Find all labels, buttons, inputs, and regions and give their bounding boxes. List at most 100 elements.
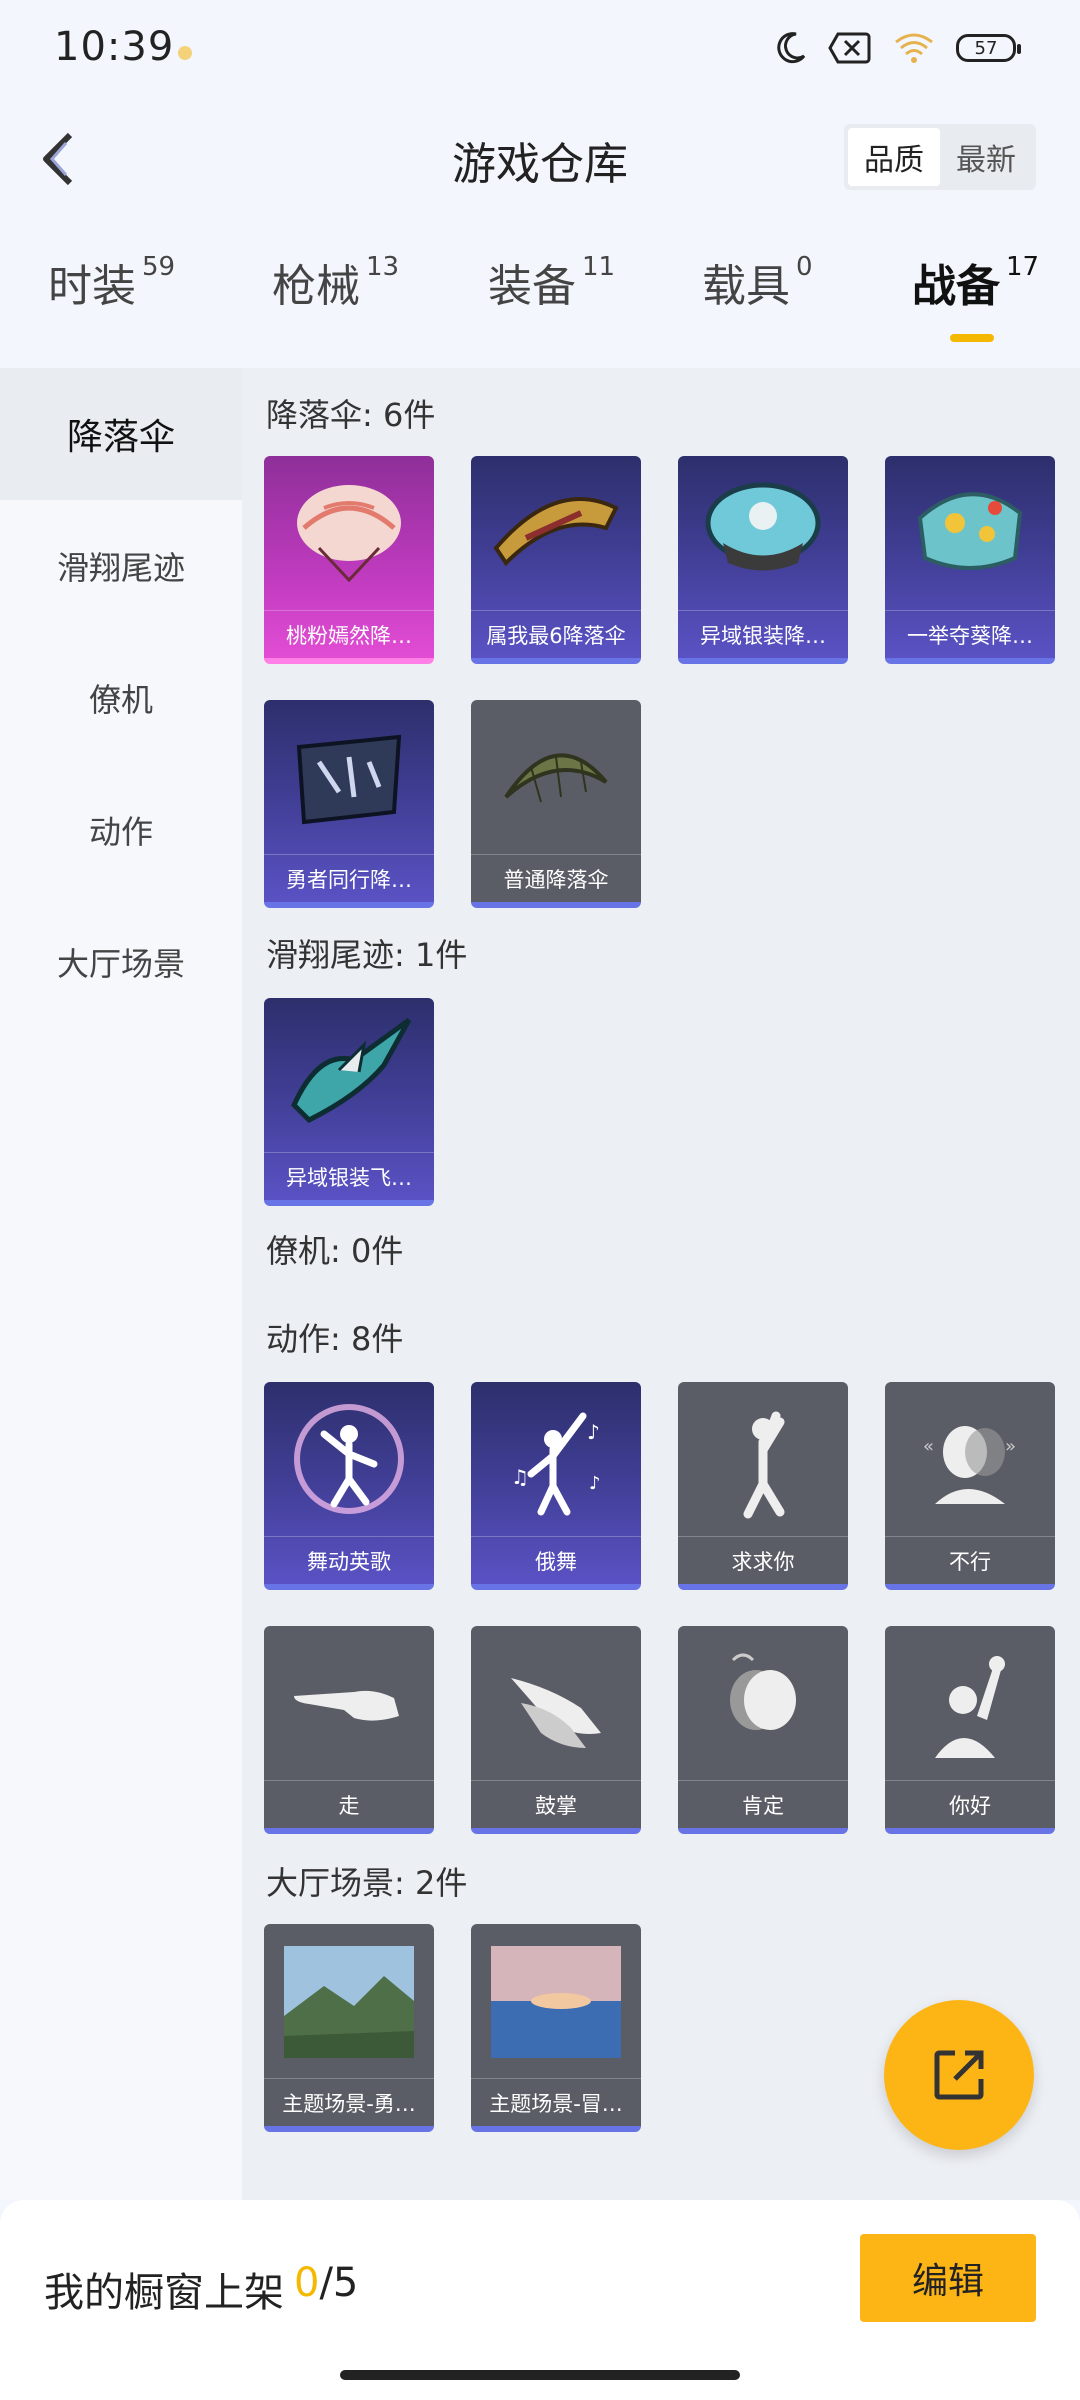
item-card[interactable]: 鼓掌 (471, 1626, 641, 1834)
item-name: 不行 (885, 1536, 1055, 1584)
sim-off-icon (828, 31, 872, 65)
parachute-icon (264, 456, 434, 610)
sidebar-item-wingman[interactable]: 僚机 (0, 632, 242, 764)
item-card[interactable]: 桃粉嫣然降… (264, 456, 434, 664)
showcase-label: 我的橱窗上架 (44, 2270, 284, 2316)
item-card[interactable]: 一举夺葵降… (885, 456, 1055, 664)
clapping-hands-icon (471, 1626, 641, 1780)
tab-vehicles[interactable]: 载具 0 (702, 250, 813, 314)
section-title: 大厅场景: 2件 (266, 1864, 468, 1902)
sidebar-item-trail[interactable]: 滑翔尾迹 (0, 500, 242, 632)
item-name: 异域银装降… (678, 610, 848, 658)
tab-count: 59 (142, 252, 176, 282)
item-card[interactable]: 求求你 (678, 1382, 848, 1590)
seascape-scene-image (471, 1924, 641, 2078)
wifi-icon (892, 30, 936, 66)
section-title: 僚机: 0件 (266, 1232, 404, 1270)
tab-count: 11 (582, 252, 616, 282)
bottom-bar: 我的橱窗上架 0 /5 编辑 (0, 2200, 1080, 2400)
item-card[interactable]: 勇者同行降… (264, 700, 434, 908)
landscape-scene-image (264, 1924, 434, 2078)
item-card[interactable]: 异域银装降… (678, 456, 848, 664)
item-name: 一举夺葵降… (885, 610, 1055, 658)
status-bar: 10:39 57 (0, 0, 1080, 100)
svg-text:♪: ♪ (589, 1473, 601, 1494)
showcase-count: 0 (294, 2260, 320, 2306)
tab-label: 战备 (912, 261, 1000, 312)
parachute-icon (471, 700, 641, 854)
tab-guns[interactable]: 枪械 13 (272, 250, 399, 314)
notification-dot (178, 46, 192, 60)
content-area: 降落伞 滑翔尾迹 僚机 动作 大厅场景 降落伞: 6件 桃粉嫣然降… 属我最6降… (0, 368, 1080, 2200)
share-external-icon (934, 2050, 984, 2100)
moon-icon (772, 30, 808, 66)
item-name: 普通降落伞 (471, 854, 641, 902)
tab-equipment[interactable]: 装备 11 (488, 250, 615, 314)
status-time: 10:39 (54, 24, 175, 70)
svg-text:«: « (923, 1436, 934, 1457)
tab-battle-gear[interactable]: 战备 17 (912, 250, 1039, 314)
item-name: 求求你 (678, 1536, 848, 1584)
nodding-head-icon (678, 1626, 848, 1780)
item-list: 降落伞: 6件 桃粉嫣然降… 属我最6降落伞 异域银装降… 一举夺葵降… 勇者同… (242, 368, 1080, 2200)
share-button[interactable] (884, 2000, 1034, 2150)
parachute-icon (678, 456, 848, 610)
item-name: 勇者同行降… (264, 854, 434, 902)
item-card[interactable]: 属我最6降落伞 (471, 456, 641, 664)
sidebar-item-parachute[interactable]: 降落伞 (0, 368, 242, 500)
item-name: 你好 (885, 1780, 1055, 1828)
item-name: 走 (264, 1780, 434, 1828)
item-card[interactable]: ♪ ♫ ♪ 俄舞 (471, 1382, 641, 1590)
sidebar-item-emote[interactable]: 动作 (0, 764, 242, 896)
section-title: 滑翔尾迹: 1件 (266, 936, 468, 974)
item-card[interactable]: 异域银装飞… (264, 998, 434, 1206)
item-name: 舞动英歌 (264, 1536, 434, 1584)
section-title: 降落伞: 6件 (266, 396, 436, 434)
category-tabs: 时装 59 枪械 13 装备 11 载具 0 战备 17 (0, 250, 1080, 350)
item-name: 属我最6降落伞 (471, 610, 641, 658)
item-name: 鼓掌 (471, 1780, 641, 1828)
item-card[interactable]: 走 (264, 1626, 434, 1834)
svg-text:»: » (1005, 1436, 1016, 1457)
item-name: 主题场景-勇… (264, 2078, 434, 2126)
tab-label: 装备 (488, 261, 576, 312)
tab-label: 载具 (702, 261, 790, 312)
item-name: 主题场景-冒… (471, 2078, 641, 2126)
dancer-icon: ♪ ♫ ♪ (471, 1382, 641, 1536)
parachute-icon (471, 456, 641, 610)
item-card[interactable]: 主题场景-勇… (264, 1924, 434, 2132)
sort-quality-button[interactable]: 品质 (848, 128, 940, 186)
svg-text:♫: ♫ (511, 1465, 529, 1489)
item-card[interactable]: « » 不行 (885, 1382, 1055, 1590)
pleading-pose-icon (678, 1382, 848, 1536)
wing-trail-icon (264, 998, 434, 1152)
svg-text:♪: ♪ (587, 1420, 600, 1444)
sidebar-item-lobby[interactable]: 大厅场景 (0, 896, 242, 1028)
edit-button[interactable]: 编辑 (860, 2234, 1036, 2322)
sort-toggle: 品质 最新 (844, 124, 1036, 190)
tab-count: 17 (1006, 252, 1040, 282)
parachute-icon (885, 456, 1055, 610)
pointing-hand-icon (264, 1626, 434, 1780)
item-name: 桃粉嫣然降… (264, 610, 434, 658)
tab-fashion[interactable]: 时装 59 (48, 250, 175, 314)
dancer-icon (264, 1382, 434, 1536)
sort-newest-button[interactable]: 最新 (940, 128, 1032, 186)
item-card[interactable]: 肯定 (678, 1626, 848, 1834)
parachute-icon (264, 700, 434, 854)
showcase-status: 我的橱窗上架 0 /5 (44, 2260, 358, 2318)
item-card[interactable]: 普通降落伞 (471, 700, 641, 908)
tab-label: 枪械 (272, 261, 360, 312)
item-card[interactable]: 舞动英歌 (264, 1382, 434, 1590)
header: 游戏仓库 品质 最新 (0, 110, 1080, 210)
tab-label: 时装 (48, 261, 136, 312)
item-name: 肯定 (678, 1780, 848, 1828)
item-name: 异域银装飞… (264, 1152, 434, 1200)
home-indicator[interactable] (340, 2370, 740, 2380)
item-card[interactable]: 主题场景-冒… (471, 1924, 641, 2132)
item-name: 俄舞 (471, 1536, 641, 1584)
item-card[interactable]: 你好 (885, 1626, 1055, 1834)
tab-count: 0 (796, 252, 813, 282)
showcase-total: /5 (319, 2260, 359, 2306)
active-tab-indicator (950, 334, 994, 342)
